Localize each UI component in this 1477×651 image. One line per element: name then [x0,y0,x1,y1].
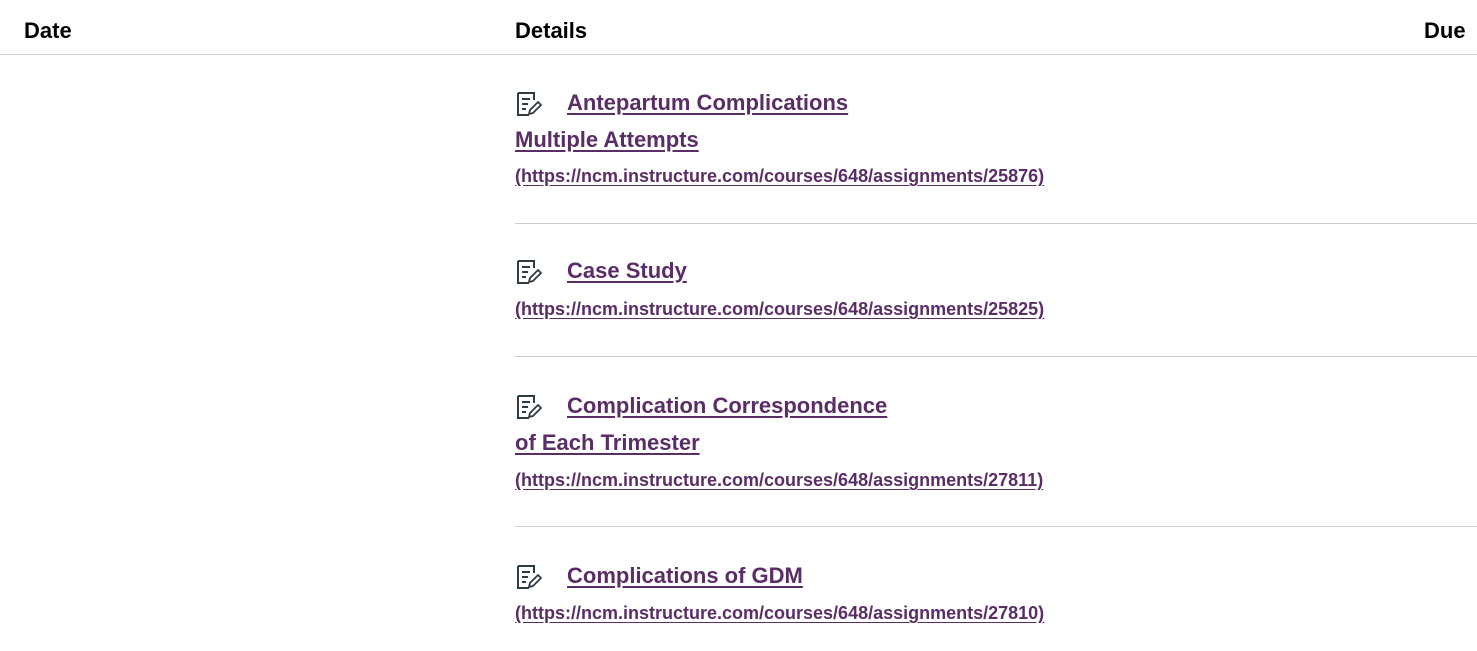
assignment-title-link[interactable]: Antepartum Complications [567,88,848,118]
assignment-title-link-continued[interactable]: Multiple Attempts [515,125,699,155]
assignment-icon [517,565,542,589]
assignment-icon [517,395,542,419]
row-divider [515,526,1477,527]
table-header-row: Date Details Due [0,0,1477,55]
column-header-date: Date [24,18,72,43]
assignment-url-link[interactable]: (https://ncm.instructure.com/courses/648… [515,295,1044,323]
row-divider [515,223,1477,224]
assignment-url-link[interactable]: (https://ncm.instructure.com/courses/648… [515,599,1044,627]
column-header-details: Details [515,18,588,43]
assignment-url-link[interactable]: (https://ncm.instructure.com/courses/648… [515,162,1044,190]
column-header-due: Due [1424,18,1466,43]
assignment-icon [517,260,542,284]
assignment-icon [517,92,542,116]
assignment-title-link-continued[interactable]: of Each Trimester [515,428,700,458]
assignment-title-link[interactable]: Case Study [567,256,687,286]
row-divider [515,356,1477,357]
assignment-url-link[interactable]: (https://ncm.instructure.com/courses/648… [515,466,1043,494]
assignment-title-link[interactable]: Complication Correspondence [567,391,887,421]
assignment-title-link[interactable]: Complications of GDM [567,561,803,591]
